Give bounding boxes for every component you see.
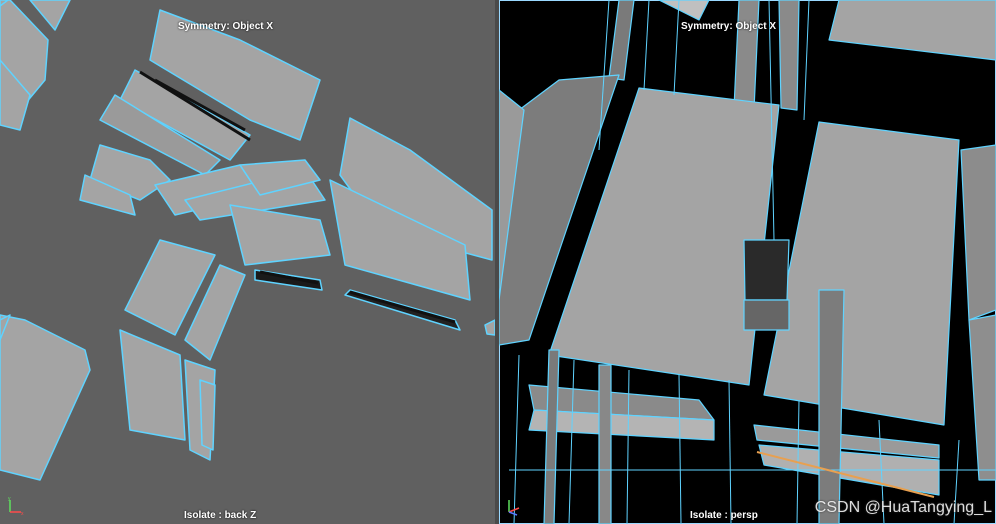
viewport-back-z-mesh[interactable] [0,0,495,524]
viewport-persp[interactable]: Symmetry: Object X Isolate : persp CSDN … [499,0,996,524]
maya-viewport-layout: Symmetry: Object X Isolate : back Z y x [0,0,996,524]
viewport-back-z[interactable]: Symmetry: Object X Isolate : back Z y x [0,0,495,524]
symmetry-label: Symmetry: Object X [178,21,274,32]
mesh-face [119,329,186,441]
isolate-label: Isolate : persp [690,510,758,521]
viewport-persp-mesh[interactable] [499,0,996,524]
mesh-face [0,314,91,481]
watermark: CSDN @HuaTangying_L [814,499,992,516]
axis-gizmo-icon [508,500,520,516]
isolate-label: Isolate : back Z [184,510,257,521]
symmetry-label: Symmetry: Object X [681,21,777,32]
axis-gizmo-icon: y x [8,496,24,516]
svg-text:x: x [21,511,24,516]
mesh-face [229,204,331,266]
mesh-face [29,0,71,31]
mesh-face [763,121,960,426]
mesh-face [828,0,996,61]
